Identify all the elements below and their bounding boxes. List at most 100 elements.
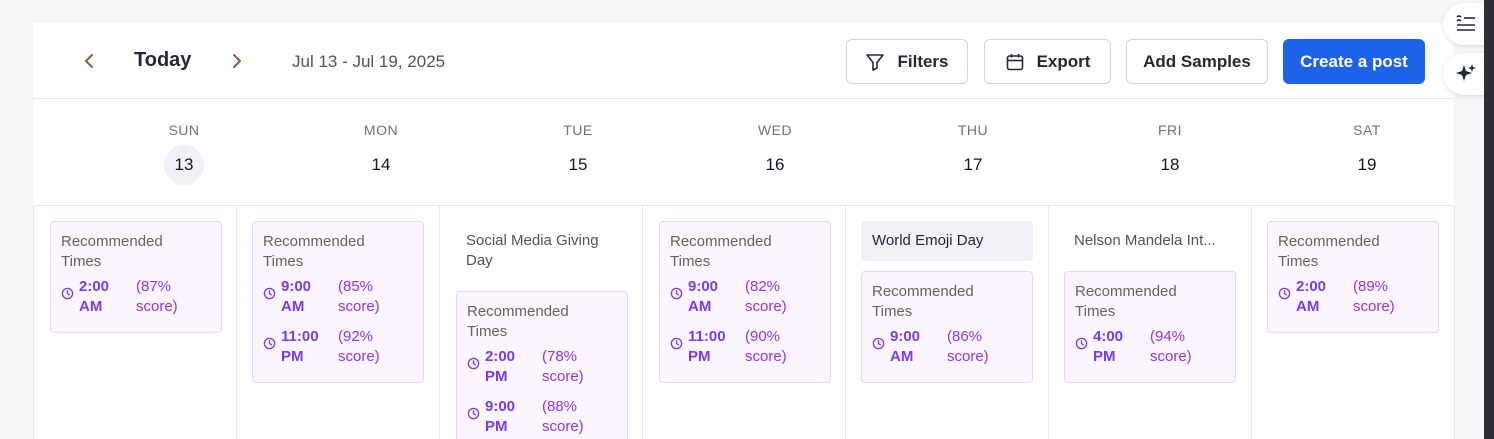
day-name: THU: [957, 122, 989, 138]
recommended-times-title: Recommended Times: [61, 233, 163, 270]
day-column-mon[interactable]: Recommended Times 9:00 AM (85% score) 11…: [237, 206, 440, 439]
day-header-mon[interactable]: MON 14: [311, 120, 451, 185]
recommended-times-title: Recommended Times: [467, 303, 569, 340]
day-name: SAT: [1353, 122, 1381, 138]
chevron-left-icon: [85, 54, 93, 68]
recommended-times-card[interactable]: Recommended Times 9:00 AM (82% score) 11…: [659, 221, 831, 383]
filters-label: Filters: [897, 51, 949, 71]
day-number: 16: [765, 155, 785, 174]
time-slot[interactable]: 9:00 AM (86% score): [872, 327, 1022, 372]
slot-time: 2:00 AM: [1296, 278, 1327, 315]
day-header-fri[interactable]: FRI 18: [1100, 120, 1240, 185]
export-label: Export: [1036, 51, 1091, 71]
day-number: 17: [963, 155, 983, 174]
date-range-label: Jul 13 - Jul 19, 2025: [292, 52, 446, 71]
export-button[interactable]: Export: [984, 39, 1111, 84]
time-slot[interactable]: 2:00 AM (87% score): [61, 277, 211, 322]
notes-panel-button[interactable]: [1443, 3, 1489, 45]
slot-score: (92% score): [338, 328, 380, 365]
add-samples-label: Add Samples: [1143, 51, 1251, 71]
slot-score: (88% score): [542, 398, 584, 435]
filter-icon: [866, 53, 885, 71]
slot-time: 9:00 AM: [281, 278, 312, 315]
recommended-times-card[interactable]: Recommended Times 2:00 AM (87% score): [50, 221, 222, 333]
clock-icon: [1278, 287, 1291, 300]
time-slot[interactable]: 11:00 PM (92% score): [263, 327, 413, 372]
chevron-right-icon: [233, 54, 241, 68]
day-column-thu[interactable]: World Emoji Day Recommended Times 9:00 A…: [846, 206, 1049, 439]
slot-time: 9:00 AM: [890, 328, 921, 365]
recommended-times-card[interactable]: Recommended Times 2:00 PM (78% score) 9:…: [456, 291, 628, 439]
slot-score: (94% score): [1150, 328, 1192, 365]
filters-button[interactable]: Filters: [846, 39, 968, 84]
day-number: 15: [568, 155, 588, 174]
recommended-times-card[interactable]: Recommended Times 9:00 AM (85% score) 11…: [252, 221, 424, 383]
time-slot[interactable]: 9:00 AM (85% score): [263, 277, 413, 322]
notes-icon: [1456, 15, 1475, 31]
day-header-tue[interactable]: TUE 15: [508, 120, 648, 185]
time-slot[interactable]: 4:00 PM (94% score): [1075, 327, 1225, 372]
day-column-sun[interactable]: Recommended Times 2:00 AM (87% score): [34, 206, 237, 439]
create-post-button[interactable]: Create a post: [1283, 39, 1425, 84]
slot-time: 9:00 PM: [485, 398, 516, 435]
day-name: WED: [757, 122, 793, 138]
clock-icon: [670, 337, 683, 350]
time-slot[interactable]: 2:00 PM (78% score): [467, 347, 617, 392]
recommended-times-title: Recommended Times: [1278, 233, 1380, 270]
day-number: 13: [164, 145, 204, 185]
week-days-header: SUN 13 MON 14 TUE 15 WED 16 THU 17 FRI 1…: [64, 120, 1425, 185]
slot-time: 2:00 PM: [485, 348, 516, 385]
today-button[interactable]: Today: [134, 49, 191, 72]
event-social-media-giving-day[interactable]: Social Media Giving Day: [466, 231, 626, 271]
slot-time: 4:00 PM: [1093, 328, 1124, 365]
clock-icon: [61, 287, 74, 300]
clock-icon: [670, 287, 683, 300]
day-name: SUN: [168, 122, 200, 138]
time-slot[interactable]: 2:00 AM (89% score): [1278, 277, 1428, 322]
event-nelson-mandela-day[interactable]: Nelson Mandela Int...: [1074, 231, 1234, 251]
create-post-label: Create a post: [1300, 51, 1408, 71]
recommended-times-title: Recommended Times: [1075, 283, 1177, 320]
day-number: 14: [371, 155, 391, 174]
next-week-button[interactable]: [226, 49, 248, 73]
recommended-times-card[interactable]: Recommended Times 2:00 AM (89% score): [1267, 221, 1439, 333]
window-edge: [1484, 0, 1494, 439]
slot-score: (85% score): [338, 278, 380, 315]
day-header-sat[interactable]: SAT 19: [1297, 120, 1437, 185]
slot-score: (90% score): [745, 328, 787, 365]
day-number: 19: [1357, 155, 1377, 174]
recommended-times-title: Recommended Times: [263, 233, 365, 270]
clock-icon: [467, 357, 480, 370]
recommended-times-card[interactable]: Recommended Times 9:00 AM (86% score): [861, 271, 1033, 383]
recommended-times-title: Recommended Times: [872, 283, 974, 320]
add-samples-button[interactable]: Add Samples: [1126, 39, 1268, 84]
day-header-sun[interactable]: SUN 13: [114, 120, 254, 185]
time-slot[interactable]: 9:00 PM (88% score): [467, 397, 617, 439]
time-slot[interactable]: 9:00 AM (82% score): [670, 277, 820, 322]
calendar-icon: [1006, 53, 1023, 70]
recommended-times-card[interactable]: Recommended Times 4:00 PM (94% score): [1064, 271, 1236, 383]
slot-score: (87% score): [136, 278, 178, 315]
day-name: TUE: [563, 122, 593, 138]
slot-time: 9:00 AM: [688, 278, 719, 315]
day-column-fri[interactable]: Nelson Mandela Int... Recommended Times …: [1049, 206, 1252, 439]
slot-time: 11:00 PM: [281, 328, 319, 365]
time-slot[interactable]: 11:00 PM (90% score): [670, 327, 820, 372]
prev-week-button[interactable]: [78, 49, 100, 73]
day-header-wed[interactable]: WED 16: [705, 120, 845, 185]
clock-icon: [263, 337, 276, 350]
clock-icon: [467, 407, 480, 420]
sparkle-icon: [1456, 64, 1476, 81]
ai-assistant-button[interactable]: [1443, 53, 1489, 95]
event-world-emoji-day[interactable]: World Emoji Day: [861, 221, 1033, 261]
day-column-wed[interactable]: Recommended Times 9:00 AM (82% score) 11…: [643, 206, 846, 439]
calendar-toolbar: Today Jul 13 - Jul 19, 2025 Filters Expo…: [33, 23, 1454, 99]
day-header-thu[interactable]: THU 17: [903, 120, 1043, 185]
week-grid: Recommended Times 2:00 AM (87% score) Re…: [33, 205, 1455, 439]
day-column-sat[interactable]: Recommended Times 2:00 AM (89% score): [1252, 206, 1455, 439]
day-name: FRI: [1157, 122, 1183, 138]
clock-icon: [1075, 337, 1088, 350]
slot-score: (86% score): [947, 328, 989, 365]
day-column-tue[interactable]: Social Media Giving Day Recommended Time…: [440, 206, 643, 439]
slot-score: (82% score): [745, 278, 787, 315]
